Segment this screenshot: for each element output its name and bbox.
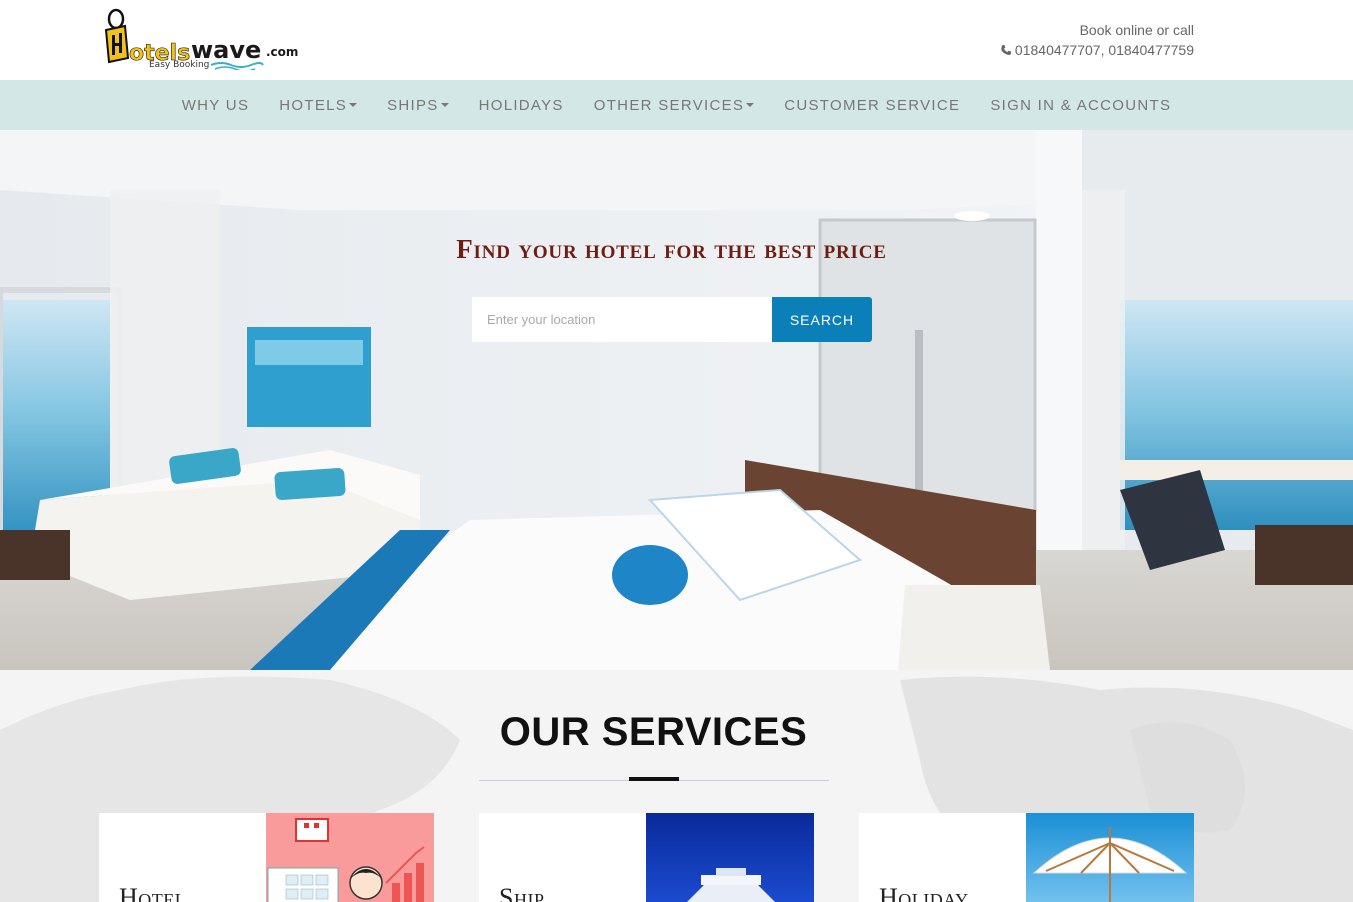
service-card-label: Ship	[499, 883, 545, 902]
service-card-label: Hotel	[119, 883, 187, 902]
nav-hotels-label: HOTELS	[279, 96, 348, 114]
site-header: otels wave .com Easy Booking Book online…	[0, 0, 1353, 80]
nav-customer-service[interactable]: CUSTOMER SERVICE	[769, 97, 975, 114]
cruise-ship-image	[646, 813, 814, 902]
nav-holidays[interactable]: HOLIDAYS	[464, 97, 579, 114]
nav-sign-in-accounts-label: SIGN IN & ACCOUNTS	[990, 96, 1172, 114]
location-search-form: SEARCH	[472, 297, 872, 342]
site-logo[interactable]: otels wave .com Easy Booking	[103, 8, 298, 72]
hero-title: Find your hotel for the best price	[456, 234, 887, 264]
search-button[interactable]: SEARCH	[772, 297, 872, 342]
contact-phones[interactable]: 01840477707, 01840477759	[1015, 42, 1194, 58]
svg-text:.com: .com	[266, 45, 298, 59]
nav-why-us[interactable]: WHY US	[167, 97, 265, 114]
beach-umbrella-image	[1026, 813, 1194, 902]
nav-customer-service-label: CUSTOMER SERVICE	[784, 96, 961, 114]
main-nav: WHY US HOTELS SHIPS HOLIDAYS OTHER SERVI…	[0, 80, 1353, 130]
nav-sign-in-accounts[interactable]: SIGN IN & ACCOUNTS	[975, 97, 1186, 114]
service-card-hotel[interactable]: Hotel	[99, 813, 434, 902]
hero-banner: Find your hotel for the best price SEARC…	[0, 130, 1353, 670]
services-section: OUR SERVICES Hotel Ship Holiday	[0, 670, 1353, 902]
title-divider-accent	[629, 777, 679, 781]
nav-why-us-label: WHY US	[181, 96, 250, 114]
hotel-illustration-image	[266, 813, 434, 902]
caret-down-icon	[746, 103, 755, 107]
svg-text:Easy Booking: Easy Booking	[149, 60, 209, 70]
nav-holidays-label: HOLIDAYS	[478, 96, 564, 114]
contact-label: Book online or call	[1079, 22, 1194, 38]
nav-other-services-label: OTHER SERVICES	[593, 96, 745, 114]
nav-ships[interactable]: SHIPS	[372, 97, 464, 114]
nav-hotels[interactable]: HOTELS	[264, 97, 372, 114]
nav-other-services[interactable]: OTHER SERVICES	[579, 97, 769, 114]
hotel-room-background-image	[0, 130, 1353, 670]
caret-down-icon	[349, 103, 358, 107]
hotelswave-logo: otels wave .com Easy Booking	[104, 8, 298, 72]
nav-ships-label: SHIPS	[387, 96, 439, 114]
service-card-ship[interactable]: Ship	[479, 813, 814, 902]
contact-info: Book online or call 01840477707, 0184047…	[1000, 20, 1194, 60]
service-card-label: Holiday	[879, 883, 969, 902]
contact-phones-row: 01840477707, 01840477759	[1000, 40, 1194, 60]
location-search-input[interactable]	[472, 297, 772, 342]
services-title: OUR SERVICES	[499, 710, 808, 754]
phone-icon	[1000, 41, 1012, 55]
service-card-holiday[interactable]: Holiday	[859, 813, 1194, 902]
caret-down-icon	[440, 103, 449, 107]
